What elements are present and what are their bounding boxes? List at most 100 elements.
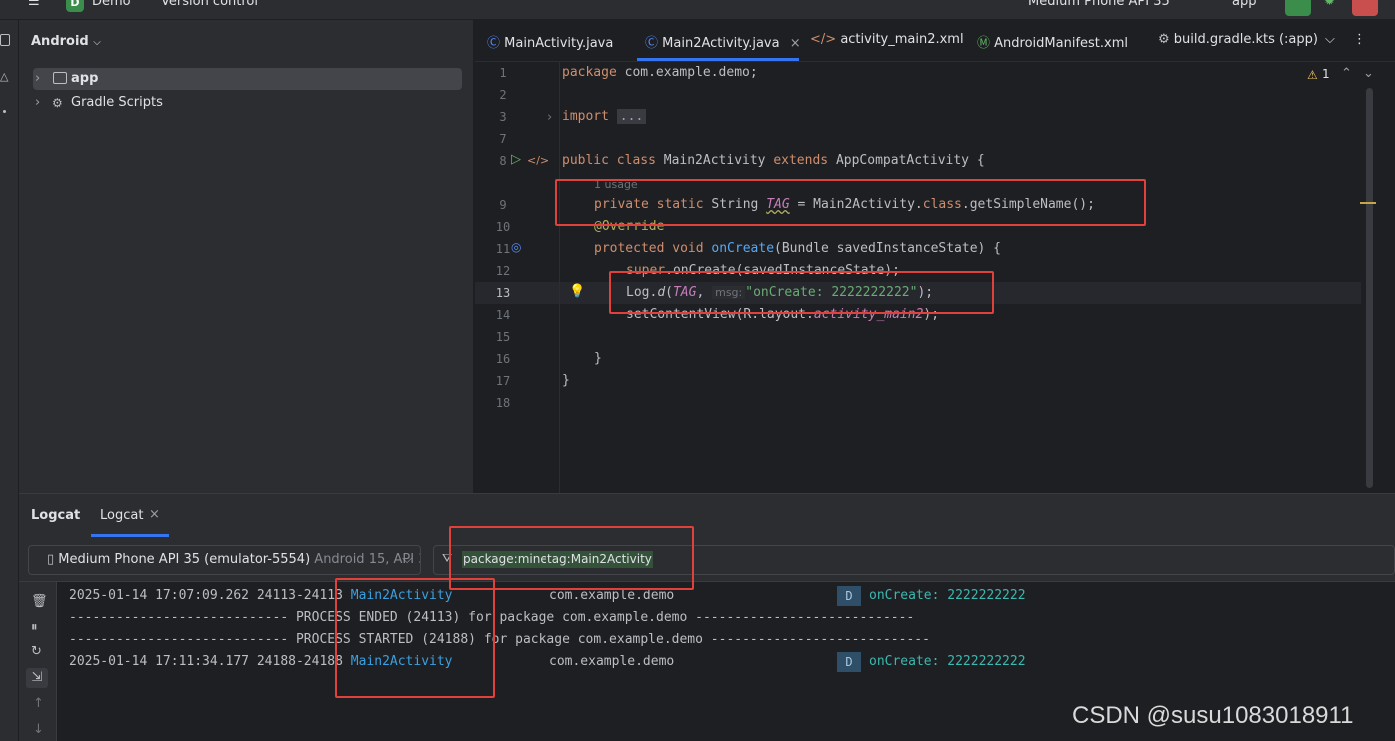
close-icon[interactable]: × [149,507,160,522]
code-token: public class [562,153,656,168]
warning-count[interactable]: 1 [1322,67,1330,81]
chevron-right-icon: › [35,71,41,86]
logcat-title: Logcat [31,508,81,523]
vcs-menu[interactable]: Version control [161,0,258,9]
scroll-to-end-icon[interactable]: ⇲ [26,668,48,688]
code-token: onCreate [703,241,775,256]
code-token: com.example.demo; [616,65,758,80]
fold-chevron-icon[interactable]: › [547,110,552,125]
line-number: 7 [499,132,507,146]
more-options-icon[interactable]: ⋮ [1353,32,1366,47]
scroll-thumb[interactable] [1366,88,1373,488]
log-process-started: ---------------------------- PROCESS STA… [69,632,930,647]
override-gutter-icon[interactable]: ◎ [511,240,521,254]
trash-icon[interactable]: 🗑 [31,594,48,609]
tree-item-gradle-scripts[interactable]: › ⚙ Gradle Scripts [33,92,462,114]
arrow-down-icon[interactable]: ↓ [33,722,44,737]
xml-icon: </> [810,32,837,47]
logcat-header: Logcat Logcat × [19,494,1395,538]
chevron-down-icon[interactable]: ⌄ [1363,66,1374,81]
watermark: CSDN @susu1083018911 [1072,702,1354,729]
pause-icon[interactable]: ⏸ [31,620,38,635]
code-line-11: protected void onCreate(Bundle savedInst… [594,241,1001,256]
chevron-up-icon[interactable]: ⌃ [1341,66,1352,81]
tree-item-app[interactable]: › app [33,68,462,90]
manifest-icon: Ⓜ [977,36,991,51]
run-gutter-icon[interactable]: ▷ [511,152,521,167]
tab-label: MainActivity.java [504,36,614,51]
project-tool-icon[interactable] [0,34,10,46]
module-folder-icon [53,72,67,84]
debug-icon[interactable]: ✹ [1324,0,1335,9]
line-number: 9 [499,198,507,212]
code-editor[interactable]: 1 2 3 7 8 9 10 11 12 13 14 15 16 17 18 ›… [475,62,1395,493]
log-level-badge: D [837,652,861,672]
editor-tabs: Ⓒ MainActivity.java Ⓒ Main2Activity.java… [475,20,1395,62]
restart-icon[interactable]: ↻ [31,644,42,659]
line-number: 1 [499,66,507,80]
line-number: 16 [495,352,511,366]
stop-button[interactable] [1352,0,1378,16]
active-tab-indicator [91,534,169,537]
tab-android-manifest[interactable]: Ⓜ AndroidManifest.xml [977,32,1128,51]
tool-window-strip: △ [0,20,19,741]
logcat-toolbar: ▯ Medium Phone API 35 (emulator-5554) An… [19,538,1395,582]
tab-mainactivity[interactable]: Ⓒ MainActivity.java [487,32,613,51]
chevron-down-icon[interactable]: ⌵ [1325,32,1335,47]
annotation-box [609,271,994,314]
bulb-icon[interactable]: 💡 [569,284,585,299]
code-line-1: package com.example.demo; [562,65,758,80]
code-line-17: } [562,373,570,388]
line-number: 13 [495,286,511,300]
run-config-selector[interactable]: app [1232,0,1256,9]
device-selector[interactable]: Medium Phone API 35 [1028,0,1170,9]
annotation-box [335,578,495,698]
arrow-up-icon[interactable]: ↑ [33,696,44,711]
log-message: onCreate: 2222222222 [869,654,1026,669]
line-number: 14 [495,308,511,322]
editor-scrollbar[interactable] [1360,88,1376,493]
device-icon: ▯ [47,552,55,567]
project-view-label: Android [31,34,89,49]
folded-imports[interactable]: ... [616,109,647,124]
code-line-3: import ... [562,109,647,124]
log-timestamp: 2025-01-14 17:07:09.262 24113-24113 [69,588,351,603]
logcat-device-selector[interactable]: ▯ Medium Phone API 35 (emulator-5554) An… [28,545,421,575]
logcat-tab[interactable]: Logcat [100,508,143,523]
warning-marker[interactable] [1360,202,1376,204]
log-package: com.example.demo [549,654,675,669]
log-timestamp: 2025-01-14 17:11:34.177 24188-24188 [69,654,351,669]
java-class-icon: Ⓒ [487,36,501,51]
device-label: Medium Phone API 35 (emulator-5554) [58,552,311,567]
warning-icon[interactable]: ⚠ [1307,68,1318,82]
code-token: package [562,65,617,80]
annotation-box [555,179,1146,226]
line-number: 8 [499,154,507,168]
project-badge[interactable]: D [66,0,84,12]
line-number: 10 [495,220,511,234]
tab-build-gradle[interactable]: ⚙ build.gradle.kts (:app) [1158,32,1318,47]
log-message: onCreate: 2222222222 [869,588,1026,603]
tab-main2activity[interactable]: Ⓒ Main2Activity.java × [645,32,801,51]
main-menu-icon[interactable]: ☰ [28,0,40,9]
code-line-8: public class Main2Activity extends AppCo… [562,153,985,168]
main-toolbar: ☰ D Demo Version control Medium Phone AP… [0,0,1395,20]
run-button[interactable] [1285,0,1311,16]
tab-label: activity_main2.xml [840,32,964,47]
log-level-badge: D [837,586,861,606]
chevron-down-icon: ⌵ [402,552,412,567]
close-icon[interactable]: × [790,36,801,51]
more-tools-icon[interactable] [3,110,6,113]
project-panel: Android ⌵ › app › ⚙ Gradle Scripts [19,20,474,493]
chevron-right-icon: › [35,95,41,110]
line-number: 12 [495,264,511,278]
project-name[interactable]: Demo [92,0,131,9]
code-token: AppCompatActivity { [828,153,985,168]
line-number: 11 [495,242,511,256]
tab-label: build.gradle.kts (:app) [1173,32,1318,47]
tab-label: AndroidManifest.xml [994,36,1128,51]
commit-tool-icon[interactable]: △ [0,70,8,83]
xml-link-icon[interactable]: </> [527,154,549,167]
project-view-selector[interactable]: Android ⌵ [31,34,101,49]
tab-activity-main2[interactable]: </> activity_main2.xml [810,32,964,47]
